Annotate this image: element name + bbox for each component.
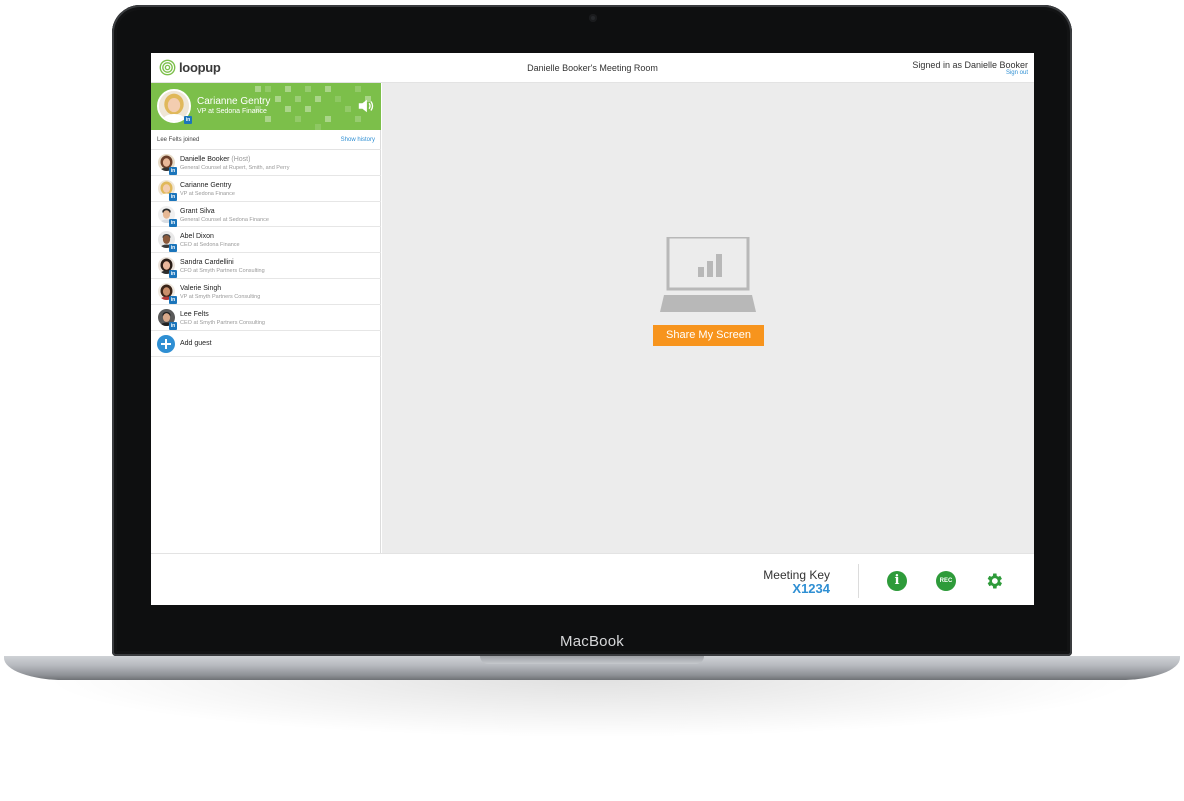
participant-row[interactable]: in Carianne Gentry VP at Sedona Finance [151, 176, 381, 202]
app-screen: loopup Danielle Booker's Meeting Room Si… [151, 53, 1034, 605]
participant-role: CFO at Smyth Partners Consulting [180, 268, 265, 275]
participant-row[interactable]: in Abel Dixon CEO at Sedona Finance [151, 227, 381, 254]
linkedin-icon[interactable]: in [169, 295, 177, 304]
linkedin-icon[interactable]: in [169, 321, 177, 330]
participant-role: VP at Smyth Partners Consulting [180, 293, 261, 300]
gear-icon[interactable] [984, 571, 1004, 591]
camera-icon [589, 14, 597, 22]
device-brand-label: MacBook [560, 633, 624, 650]
laptop-chart-icon [660, 237, 756, 312]
active-speaker-name: Carianne Gentry [197, 96, 271, 107]
host-tag: (Host) [231, 156, 251, 163]
participant-name: Abel Dixon [180, 233, 214, 241]
participant-role: General Counsel at Rupert, Smith, and Pe… [180, 165, 290, 171]
record-icon[interactable]: REC [936, 571, 956, 591]
active-speaker-card: in Carianne Gentry VP at Sedona Finance [151, 83, 381, 130]
active-speaker-role: VP at Sedona Finance [197, 108, 267, 115]
meeting-room-title: Danielle Booker's Meeting Room [527, 63, 658, 73]
participant-role: CEO at Sedona Finance [180, 242, 240, 249]
top-bar: loopup Danielle Booker's Meeting Room Si… [151, 53, 1034, 83]
meeting-key-value: X1234 [792, 581, 830, 596]
show-history-link[interactable]: Show history [341, 137, 375, 143]
participant-role: VP at Sedona Finance [180, 190, 235, 197]
add-guest-label: Add guest [180, 339, 212, 347]
participant-name: Sandra Cardellini [180, 259, 234, 267]
bottom-toolbar: Meeting Key X1234 i REC [151, 553, 1034, 605]
screen-share-stage: Share My Screen [382, 83, 1034, 553]
linkedin-icon[interactable]: in [169, 244, 177, 253]
participant-list: in Danielle Booker (Host) General Counse… [151, 150, 381, 357]
participant-name-line: Danielle Booker (Host) [180, 156, 250, 163]
participants-sidebar: in Carianne Gentry VP at Sedona Finance … [151, 83, 381, 553]
plus-circle-icon [157, 334, 175, 353]
participant-name: Danielle Booker [180, 156, 230, 163]
participant-role: CEO at Smyth Partners Consulting [180, 319, 265, 326]
laptop-notch [480, 656, 704, 664]
sign-out-link[interactable]: Sign out [1006, 70, 1028, 76]
participant-name: Grant Silva [180, 207, 215, 215]
meeting-key-label: Meeting Key [763, 568, 830, 582]
participant-name: Lee Felts [180, 310, 209, 318]
participant-row[interactable]: in Grant Silva General Counsel at Sedona… [151, 202, 381, 228]
linkedin-icon[interactable]: in [169, 167, 177, 175]
linkedin-icon[interactable]: in [184, 116, 192, 124]
participant-name: Carianne Gentry [180, 181, 232, 189]
participant-row[interactable]: in Valerie Singh VP at Smyth Partners Co… [151, 279, 381, 305]
linkedin-icon[interactable]: in [169, 270, 177, 279]
participant-row[interactable]: in Danielle Booker (Host) General Counse… [151, 150, 381, 176]
linkedin-icon[interactable]: in [169, 218, 177, 227]
participant-row[interactable]: in Sandra Cardellini CFO at Smyth Partne… [151, 253, 381, 279]
participant-role: General Counsel at Sedona Finance [180, 216, 269, 223]
participant-name: Valerie Singh [180, 284, 222, 292]
linkedin-icon[interactable]: in [169, 192, 177, 201]
activity-status-text: Lee Felts joined [157, 137, 200, 143]
activity-status-row: Lee Felts joined Show history [151, 131, 381, 150]
participant-row[interactable]: in Lee Felts CEO at Smyth Partners Consu… [151, 305, 381, 331]
share-my-screen-button[interactable]: Share My Screen [653, 325, 764, 346]
add-guest-button[interactable]: Add guest [151, 331, 381, 357]
signed-in-user: Signed in as Danielle Booker [912, 60, 1028, 70]
floor-shadow [40, 678, 1144, 738]
speaker-volume-icon[interactable] [357, 97, 375, 115]
info-icon[interactable]: i [887, 571, 907, 591]
footer-divider [858, 564, 859, 598]
